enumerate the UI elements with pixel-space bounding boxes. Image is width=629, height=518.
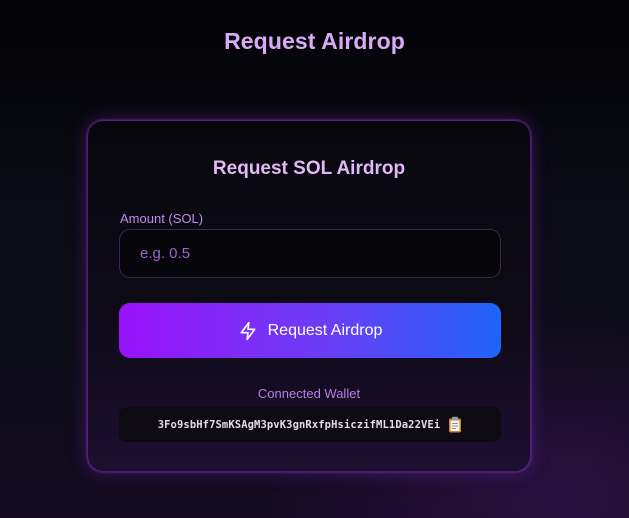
amount-input[interactable]: [119, 229, 501, 278]
request-airdrop-label: Request Airdrop: [267, 321, 383, 339]
request-airdrop-button[interactable]: Request Airdrop: [119, 303, 501, 358]
wallet-address-box: 3Fo9sbHf7SmKSAgM3pvK3gnRxfpHsiczifML1Da2…: [119, 407, 501, 442]
clipboard-icon[interactable]: [448, 416, 462, 433]
card-title: Request SOL Airdrop: [212, 158, 406, 179]
bolt-icon: [238, 321, 258, 341]
wallet-label: Connected Wallet: [257, 386, 361, 401]
amount-label: Amount (SOL): [120, 211, 204, 226]
page-title: Request Airdrop: [224, 28, 405, 54]
airdrop-card: Request SOL Airdrop Amount (SOL) Request…: [87, 120, 531, 472]
wallet-address: 3Fo9sbHf7SmKSAgM3pvK3gnRxfpHsiczifML1Da2…: [157, 418, 441, 431]
